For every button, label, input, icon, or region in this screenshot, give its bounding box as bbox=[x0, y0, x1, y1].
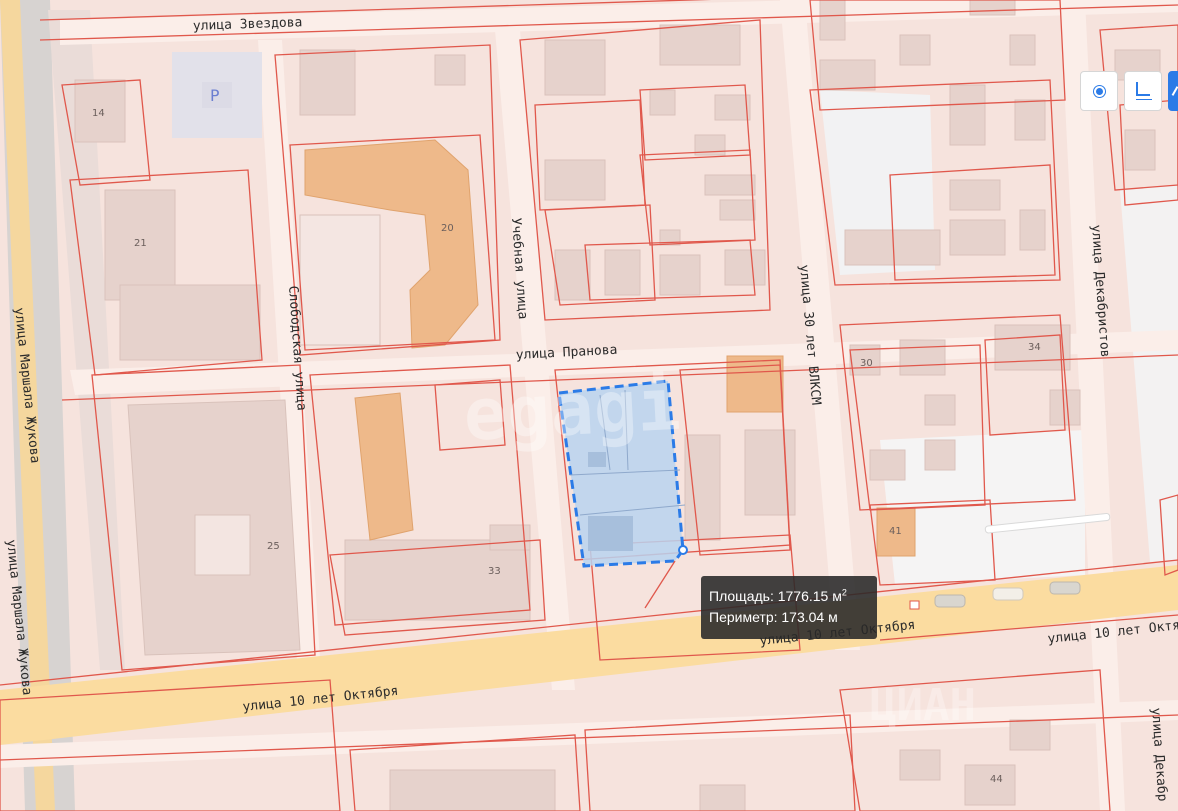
house-number: 41 bbox=[889, 526, 902, 537]
measure-area-button[interactable] bbox=[1168, 71, 1178, 111]
area-readout: Площадь: 1776.15 м2 bbox=[709, 586, 869, 607]
perimeter-readout: Периметр: 173.04 м bbox=[709, 609, 838, 625]
house-number: 30 bbox=[860, 358, 873, 369]
polygon-vertex-handle[interactable] bbox=[678, 545, 688, 555]
map-canvas[interactable]: P улица Звездова улица Пранова Учебная у… bbox=[0, 0, 1178, 811]
watermark-logo: egagi bbox=[461, 362, 682, 457]
house-number: 25 bbox=[267, 541, 280, 552]
house-number: 20 bbox=[441, 223, 454, 234]
watermark-cian: ЦИАН bbox=[870, 680, 976, 731]
parking-icon: P bbox=[210, 86, 220, 105]
ruler-icon bbox=[1136, 82, 1150, 96]
area-value: Площадь: 1776.15 м bbox=[709, 588, 842, 604]
house-number: 33 bbox=[488, 566, 501, 577]
measurement-tooltip: Площадь: 1776.15 м2 Периметр: 173.04 м bbox=[701, 576, 877, 639]
baseline-icon bbox=[1136, 99, 1152, 100]
selection-building-small bbox=[588, 452, 606, 467]
measure-distance-button[interactable] bbox=[1124, 71, 1162, 111]
selection-building bbox=[588, 516, 633, 551]
house-number: 14 bbox=[92, 108, 105, 119]
house-number: 44 bbox=[990, 774, 1003, 785]
area-icon bbox=[1171, 86, 1178, 96]
target-dot-icon bbox=[1095, 87, 1103, 95]
area-unit-exponent: 2 bbox=[841, 587, 847, 598]
house-number: 34 bbox=[1028, 342, 1041, 353]
house-number: 21 bbox=[134, 238, 147, 249]
map-svg[interactable]: P улица Звездова улица Пранова Учебная у… bbox=[0, 0, 1178, 811]
locate-point-button[interactable] bbox=[1080, 71, 1118, 111]
